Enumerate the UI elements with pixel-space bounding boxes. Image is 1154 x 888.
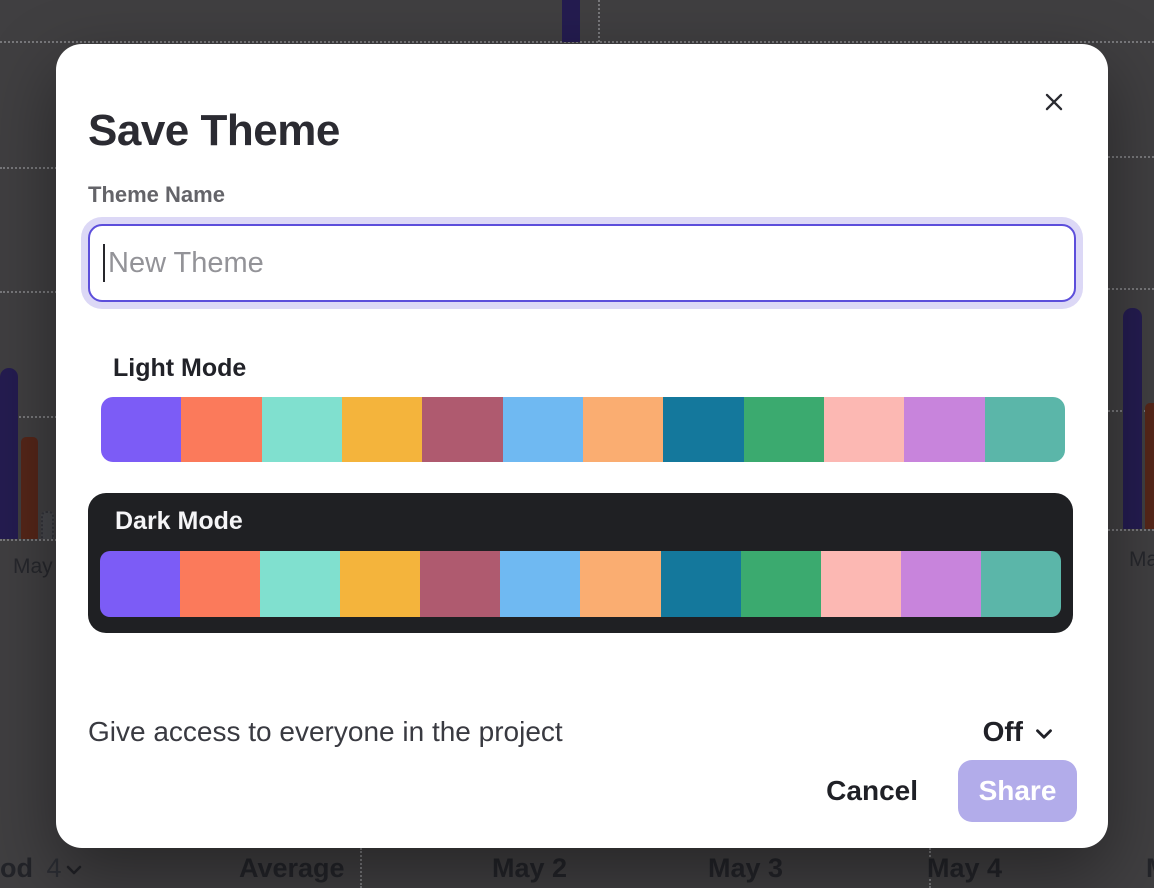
palette-swatch [262,397,342,462]
gridline [1108,156,1154,158]
close-icon [1041,89,1067,115]
palette-swatch [420,551,500,617]
dark-mode-palette [100,551,1061,617]
palette-swatch [503,397,583,462]
column-header-date: May 2 [492,853,567,884]
palette-swatch [181,397,261,462]
close-button[interactable] [1034,82,1074,122]
axis-label: May [13,555,53,579]
palette-swatch [340,551,420,617]
access-label: Give access to everyone in the project [88,716,563,748]
palette-swatch [661,551,741,617]
period-selector[interactable]: od 4 [0,853,62,884]
axis-label: Ma [1129,548,1154,572]
access-dropdown[interactable]: Off [983,716,1057,748]
dialog-footer: Cancel Share [826,760,1077,822]
gridline [0,167,57,169]
palette-swatch [821,551,901,617]
palette-swatch [901,551,981,617]
chart-bar-average [41,511,54,539]
palette-swatch [100,551,180,617]
gridline [0,291,57,293]
column-header-date: May 3 [708,853,783,884]
cancel-button[interactable]: Cancel [826,775,918,807]
column-header-average: Average [239,853,345,884]
dark-mode-preview-card: Dark Mode [88,493,1073,633]
palette-swatch [101,397,181,462]
text-cursor [103,244,105,282]
theme-name-label: Theme Name [88,182,225,208]
gridline-vertical [598,0,600,42]
palette-swatch [981,551,1061,617]
chevron-down-icon[interactable] [62,858,86,882]
column-header-date-partial: M [1146,853,1154,884]
gridline [1108,288,1154,290]
dialog-title: Save Theme [88,106,340,156]
palette-swatch [583,397,663,462]
dark-mode-label: Dark Mode [115,507,243,536]
chart-bar [0,368,18,539]
chart-bar [1123,308,1142,529]
period-selector-value: 4 [47,853,62,883]
share-button[interactable]: Share [958,760,1077,822]
access-row: Give access to everyone in the project O… [88,716,1057,748]
palette-swatch [260,551,340,617]
chevron-down-icon [1031,721,1057,747]
save-theme-dialog: Save Theme Theme Name Light Mode Dark Mo… [56,44,1108,848]
theme-name-input[interactable] [88,224,1076,302]
palette-swatch [422,397,502,462]
panel-separator [360,848,362,888]
palette-swatch [580,551,660,617]
palette-swatch [985,397,1065,462]
column-header-date: May 4 [927,853,1002,884]
light-mode-label: Light Mode [113,354,246,383]
chart-bar [21,437,38,539]
palette-swatch [824,397,904,462]
palette-swatch [663,397,743,462]
chart-bar [562,0,580,42]
axis-line [0,539,57,541]
palette-swatch [744,397,824,462]
light-mode-palette [101,397,1065,462]
access-dropdown-value: Off [983,716,1023,748]
palette-swatch [180,551,260,617]
period-selector-label: od [0,853,33,883]
palette-swatch [741,551,821,617]
chart-bar [1145,403,1154,529]
palette-swatch [904,397,984,462]
palette-swatch [342,397,422,462]
palette-swatch [500,551,580,617]
axis-line [1108,529,1154,531]
